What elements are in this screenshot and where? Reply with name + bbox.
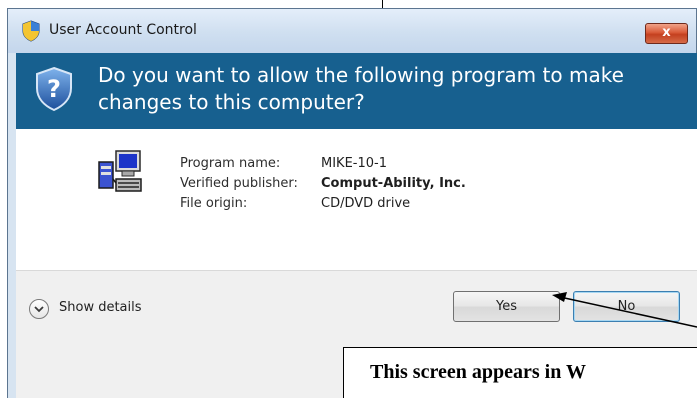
close-icon: x (662, 25, 671, 40)
program-name-row: Program name: MIKE-10-1 (180, 154, 466, 174)
no-button[interactable]: No (573, 291, 680, 322)
uac-question-shield-icon: ? (36, 66, 72, 112)
file-origin-label: File origin: (180, 196, 248, 211)
question-header: ? Do you want to allow the following pro… (16, 53, 697, 129)
window-title: User Account Control (49, 22, 197, 38)
publisher-row: Verified publisher: Comput-Ability, Inc. (180, 174, 466, 194)
file-origin-row: File origin: CD/DVD drive (180, 194, 466, 214)
svg-text:?: ? (47, 75, 61, 103)
title-bar: User Account Control x (8, 9, 696, 53)
annotation-callout: This screen appears in W (343, 347, 697, 398)
annotation-caption: This screen appears in W (370, 361, 586, 383)
file-origin-value: CD/DVD drive (321, 196, 411, 211)
show-details-link[interactable]: Show details (59, 300, 142, 315)
uac-question-text: Do you want to allow the following progr… (98, 63, 624, 114)
program-installer-icon (98, 150, 142, 192)
show-details-toggle[interactable] (29, 299, 49, 319)
close-button[interactable]: x (645, 23, 688, 44)
publisher-value: Comput-Ability, Inc. (321, 176, 466, 191)
program-details-panel: Program name: MIKE-10-1 Verified publish… (16, 129, 697, 270)
uac-dialog: User Account Control x ? Do you want to … (7, 8, 697, 398)
program-name-label: Program name: (180, 156, 281, 171)
publisher-label: Verified publisher: (180, 176, 298, 191)
program-name-value: MIKE-10-1 (321, 156, 387, 171)
program-info-table: Program name: MIKE-10-1 Verified publish… (180, 154, 466, 214)
chevron-down-icon (34, 306, 44, 313)
yes-button[interactable]: Yes (453, 291, 560, 322)
uac-shield-icon (22, 20, 40, 42)
